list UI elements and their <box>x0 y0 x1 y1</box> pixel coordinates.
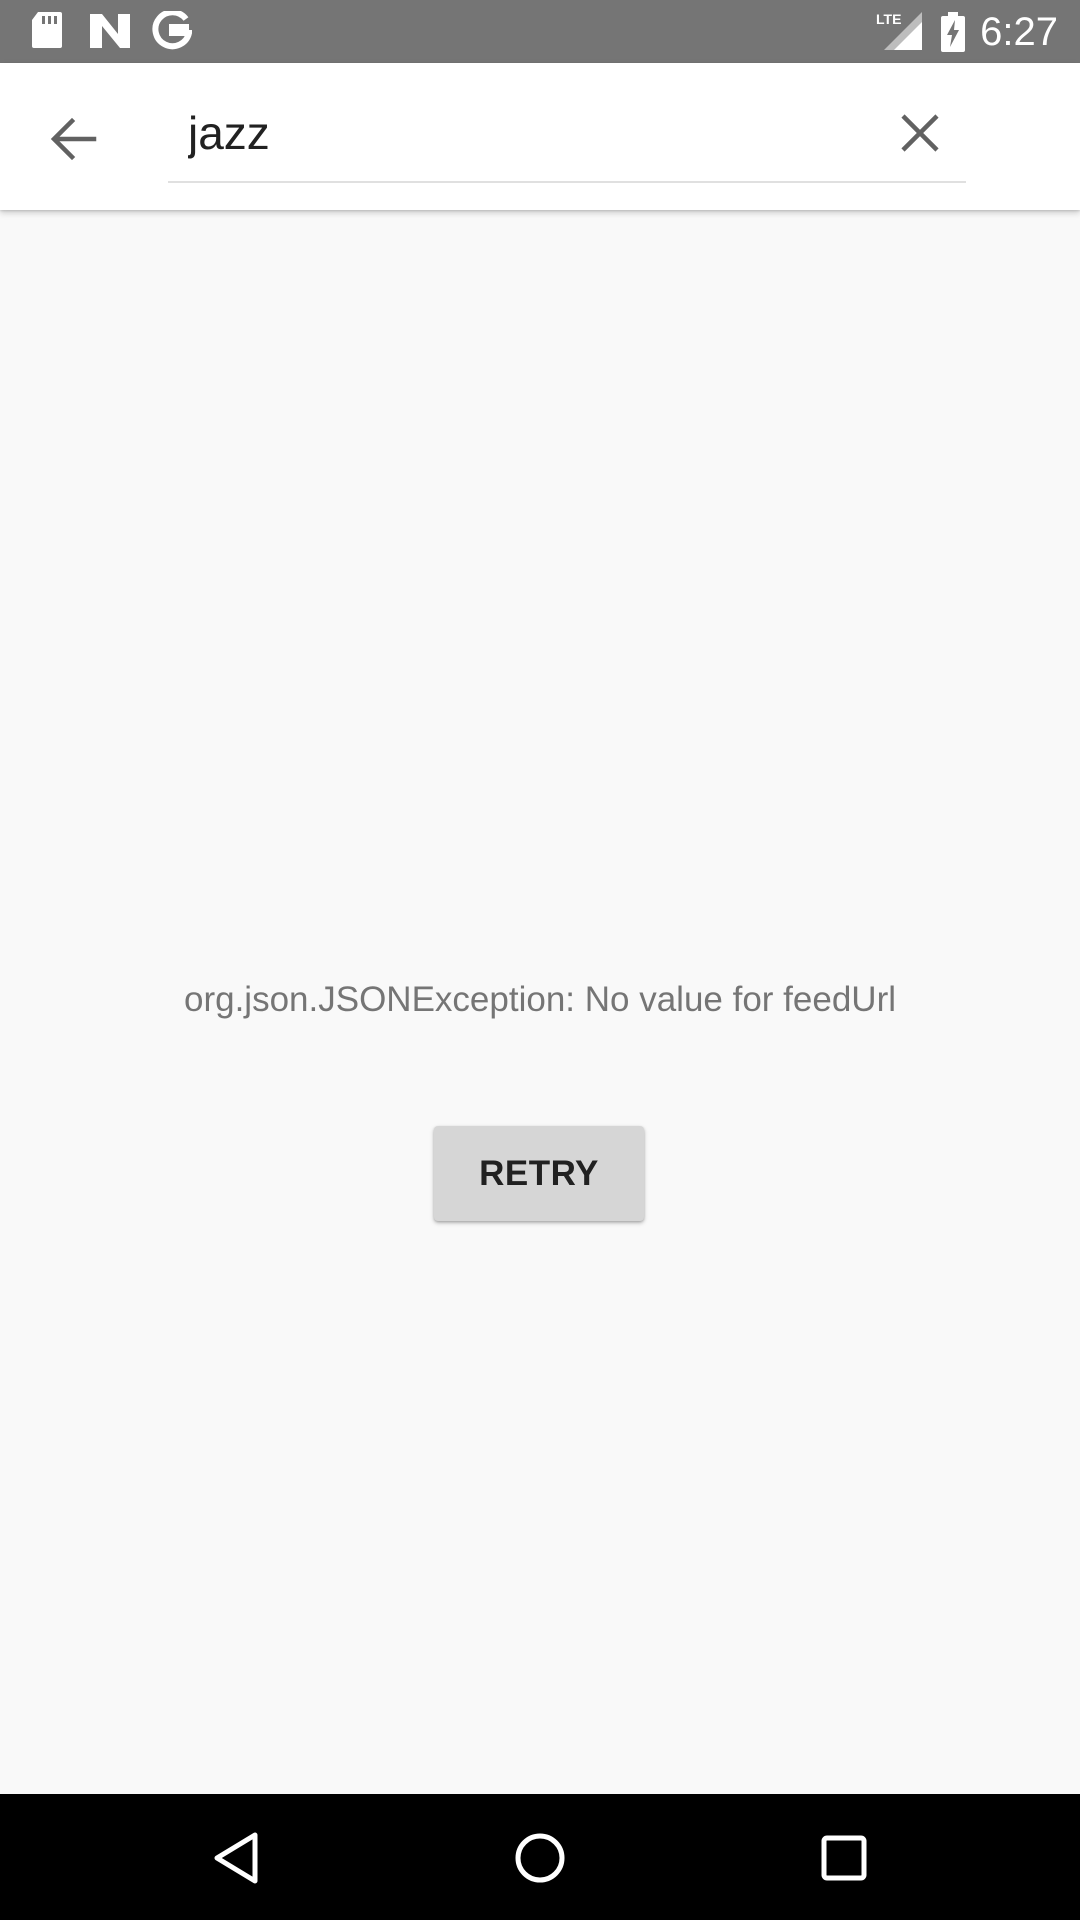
content-area: org.json.JSONException: No value for fee… <box>0 210 1080 1794</box>
google-g-icon <box>152 9 193 56</box>
n-icon <box>90 14 130 53</box>
search-field <box>168 85 966 183</box>
error-message: org.json.JSONException: No value for fee… <box>184 980 896 1019</box>
retry-button[interactable]: RETRY <box>434 1126 644 1221</box>
nav-back-button[interactable] <box>196 1818 276 1898</box>
home-circle-icon <box>515 1833 565 1883</box>
arrow-back-icon <box>50 117 97 161</box>
screen: LTE 6:27 jazz org.json.JSONException: No… <box>0 0 1080 1920</box>
search-input[interactable] <box>188 85 848 181</box>
search-toolbar <box>0 63 1080 210</box>
svg-text:LTE: LTE <box>876 11 901 27</box>
back-button[interactable] <box>36 101 112 177</box>
sd-card-icon <box>30 10 64 55</box>
battery-charging-icon <box>940 12 966 57</box>
nav-recents-button[interactable] <box>804 1818 884 1898</box>
clear-search-button[interactable] <box>886 99 954 167</box>
back-triangle-icon <box>214 1832 258 1884</box>
recents-square-icon <box>821 1835 867 1881</box>
status-bar: LTE 6:27 <box>0 0 1080 63</box>
nav-home-button[interactable] <box>500 1818 580 1898</box>
lte-signal-icon: LTE <box>876 10 924 55</box>
close-icon <box>901 114 939 152</box>
status-time: 6:27 <box>980 10 1058 54</box>
navigation-bar <box>0 1794 1080 1920</box>
